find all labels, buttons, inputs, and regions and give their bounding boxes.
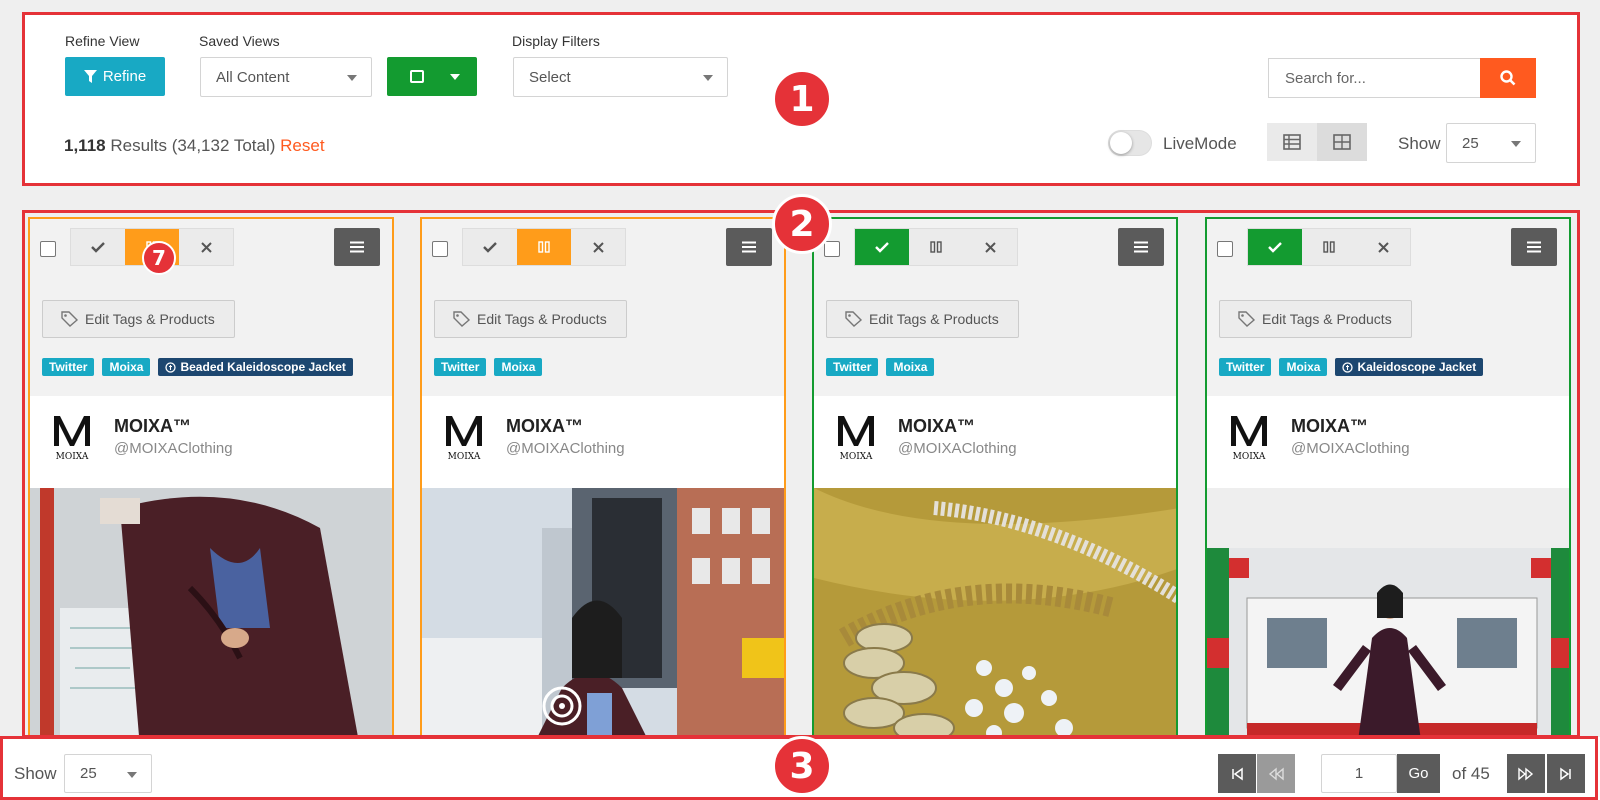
annotation-badge-2: 2 — [772, 194, 832, 254]
annotation-box-2 — [22, 210, 1580, 738]
annotation-badge-3: 3 — [772, 736, 832, 796]
annotation-badge-7: 7 — [142, 241, 176, 275]
annotation-badge-1: 1 — [772, 69, 832, 129]
